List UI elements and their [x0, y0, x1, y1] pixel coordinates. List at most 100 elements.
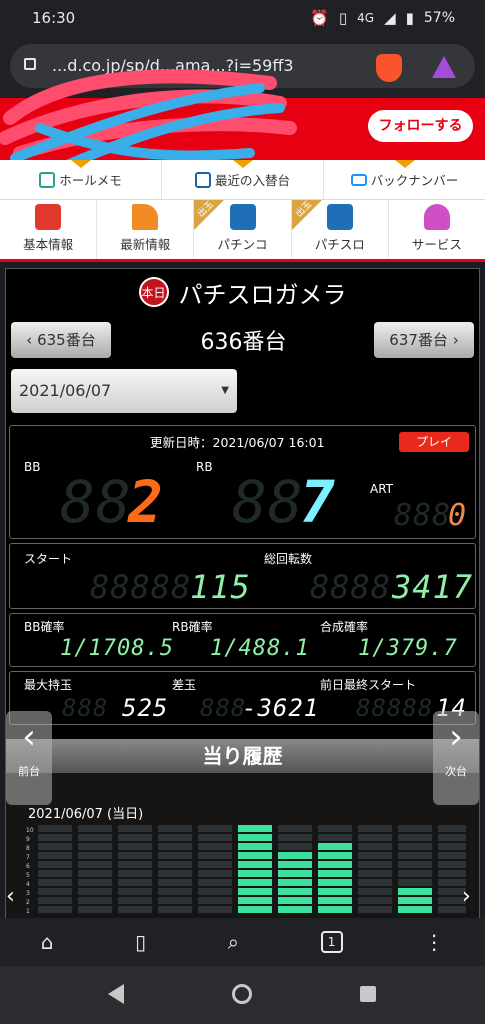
rb-rate-label: RB確率 [172, 620, 213, 634]
history-row-label: 3 [26, 890, 30, 897]
menu-icon[interactable]: ⋮ [424, 930, 444, 954]
history-cell [78, 906, 112, 913]
history-cell [398, 879, 432, 886]
rb-rate-value: 1/488.1 [210, 636, 310, 661]
max-label: 最大持玉 [24, 678, 73, 692]
history-cell [318, 843, 352, 850]
nav-service[interactable]: サービス [389, 200, 485, 259]
nav-pachinko[interactable]: 出玉 パチンコ [194, 200, 292, 259]
bookmark-icon[interactable]: ▯ [135, 930, 146, 954]
scroll-left-icon[interactable]: ‹ [6, 884, 15, 909]
date-select[interactable]: 2021/06/07 ▼ [11, 369, 237, 413]
recents-icon[interactable] [360, 986, 376, 1002]
subnav-back-number[interactable]: バックナンバー [324, 160, 485, 199]
history-cell [38, 834, 72, 841]
nav-pachislot[interactable]: 出玉 パチスロ [291, 200, 389, 259]
history-cell [198, 852, 232, 859]
browser-toolbar: ⌂ ▯ ⌕ 1 ⋮ [0, 918, 485, 966]
bb-label: BB [24, 460, 41, 474]
tabs-button[interactable]: 1 [320, 931, 343, 953]
history-cell [398, 834, 432, 841]
history-cell [238, 825, 272, 832]
bb-ghost: 88 [60, 468, 132, 536]
home-circle-icon[interactable] [232, 984, 252, 1004]
memo-icon [39, 171, 56, 188]
history-cell [198, 897, 232, 904]
total-value: 3417 [392, 568, 474, 606]
next-day-button[interactable]: › 次台 [433, 711, 479, 805]
history-cell [438, 843, 466, 850]
slot-icon [326, 204, 353, 230]
rewards-icon[interactable] [432, 56, 456, 78]
start-value: 115 [190, 568, 251, 606]
nav-basic-info[interactable]: 基本情報 [0, 200, 98, 259]
brave-shield-icon[interactable] [376, 54, 402, 82]
history-cell [358, 825, 392, 832]
panel-title: 本日 パチスロガメラ [6, 269, 479, 315]
history-cell [38, 906, 72, 913]
history-cell [318, 852, 352, 859]
search-icon[interactable]: ⌕ [228, 930, 239, 954]
history-cell [78, 861, 112, 868]
history-cell [198, 825, 232, 832]
history-cell [158, 825, 192, 832]
current-unit: 636番台 [200, 330, 287, 355]
history-cell [118, 825, 152, 832]
back-icon[interactable] [108, 984, 124, 1004]
history-cell [238, 843, 272, 850]
art-count: 0 [448, 498, 468, 533]
history-cell [238, 897, 272, 904]
history-cell [318, 879, 352, 886]
history-date: 2021/06/07 (当日) [28, 807, 144, 822]
max-value: 525 [122, 694, 169, 722]
rb-label: RB [196, 460, 213, 474]
history-cell [278, 834, 312, 841]
history-cell [278, 879, 312, 886]
prev-day-button[interactable]: ‹ 前台 [6, 711, 52, 805]
bb-rate-label: BB確率 [24, 620, 65, 634]
history-cell [38, 825, 72, 832]
history-cell [198, 888, 232, 895]
slot-data-panel: 本日 パチスロガメラ ‹ 635番台 636番台 637番台 › 2021/06… [5, 268, 480, 919]
scroll-right-icon[interactable]: › [462, 884, 471, 909]
home-icon[interactable]: ⌂ [41, 930, 54, 954]
site-header: フォローする [0, 69, 485, 168]
history-row-label: 8 [26, 845, 30, 852]
history-row-label: 1 [26, 908, 30, 915]
history-cell [38, 879, 72, 886]
history-cell [438, 852, 466, 859]
prev-start-ghost: 88888 [356, 694, 434, 722]
history-grid: 10 9 8 7 6 5 4 3 2 1 [26, 825, 466, 915]
history-cell [38, 897, 72, 904]
history-row-label: 4 [26, 881, 30, 888]
history-cell [158, 852, 192, 859]
art-label: ART [370, 482, 394, 496]
nav-latest-info[interactable]: 最新情報 [97, 200, 195, 259]
history-cell [398, 861, 432, 868]
history-cell [358, 888, 392, 895]
vibrate-icon: ▯ [338, 9, 348, 27]
history-cell [278, 843, 312, 850]
nav-label: 基本情報 [23, 237, 74, 252]
total-label: 総回転数 [264, 552, 313, 566]
next-unit-button[interactable]: 637番台 › [374, 322, 474, 358]
subnav-recent-machines[interactable]: 最近の入替台 [162, 160, 324, 199]
history-cell [198, 861, 232, 868]
history-cell [358, 906, 392, 913]
play-badge[interactable]: プレイ [399, 432, 469, 452]
subnav-label: バックナンバー [370, 173, 459, 188]
history-cell [318, 861, 352, 868]
main-navigation: 基本情報 最新情報 出玉 パチンコ 出玉 パチスロ サービス [0, 200, 485, 262]
history-cell [158, 897, 192, 904]
redaction-scribble [0, 69, 297, 168]
subnav-hall-memo[interactable]: ホールメモ [0, 160, 162, 199]
combined-rate-label: 合成確率 [320, 620, 369, 634]
history-cell [118, 852, 152, 859]
follow-button[interactable]: フォローする [368, 110, 473, 142]
history-row-label: 10 [26, 827, 34, 834]
history-cell [198, 834, 232, 841]
prev-unit-button[interactable]: ‹ 635番台 [11, 322, 111, 358]
history-cell [78, 843, 112, 850]
history-cell [438, 834, 466, 841]
history-cell [318, 870, 352, 877]
